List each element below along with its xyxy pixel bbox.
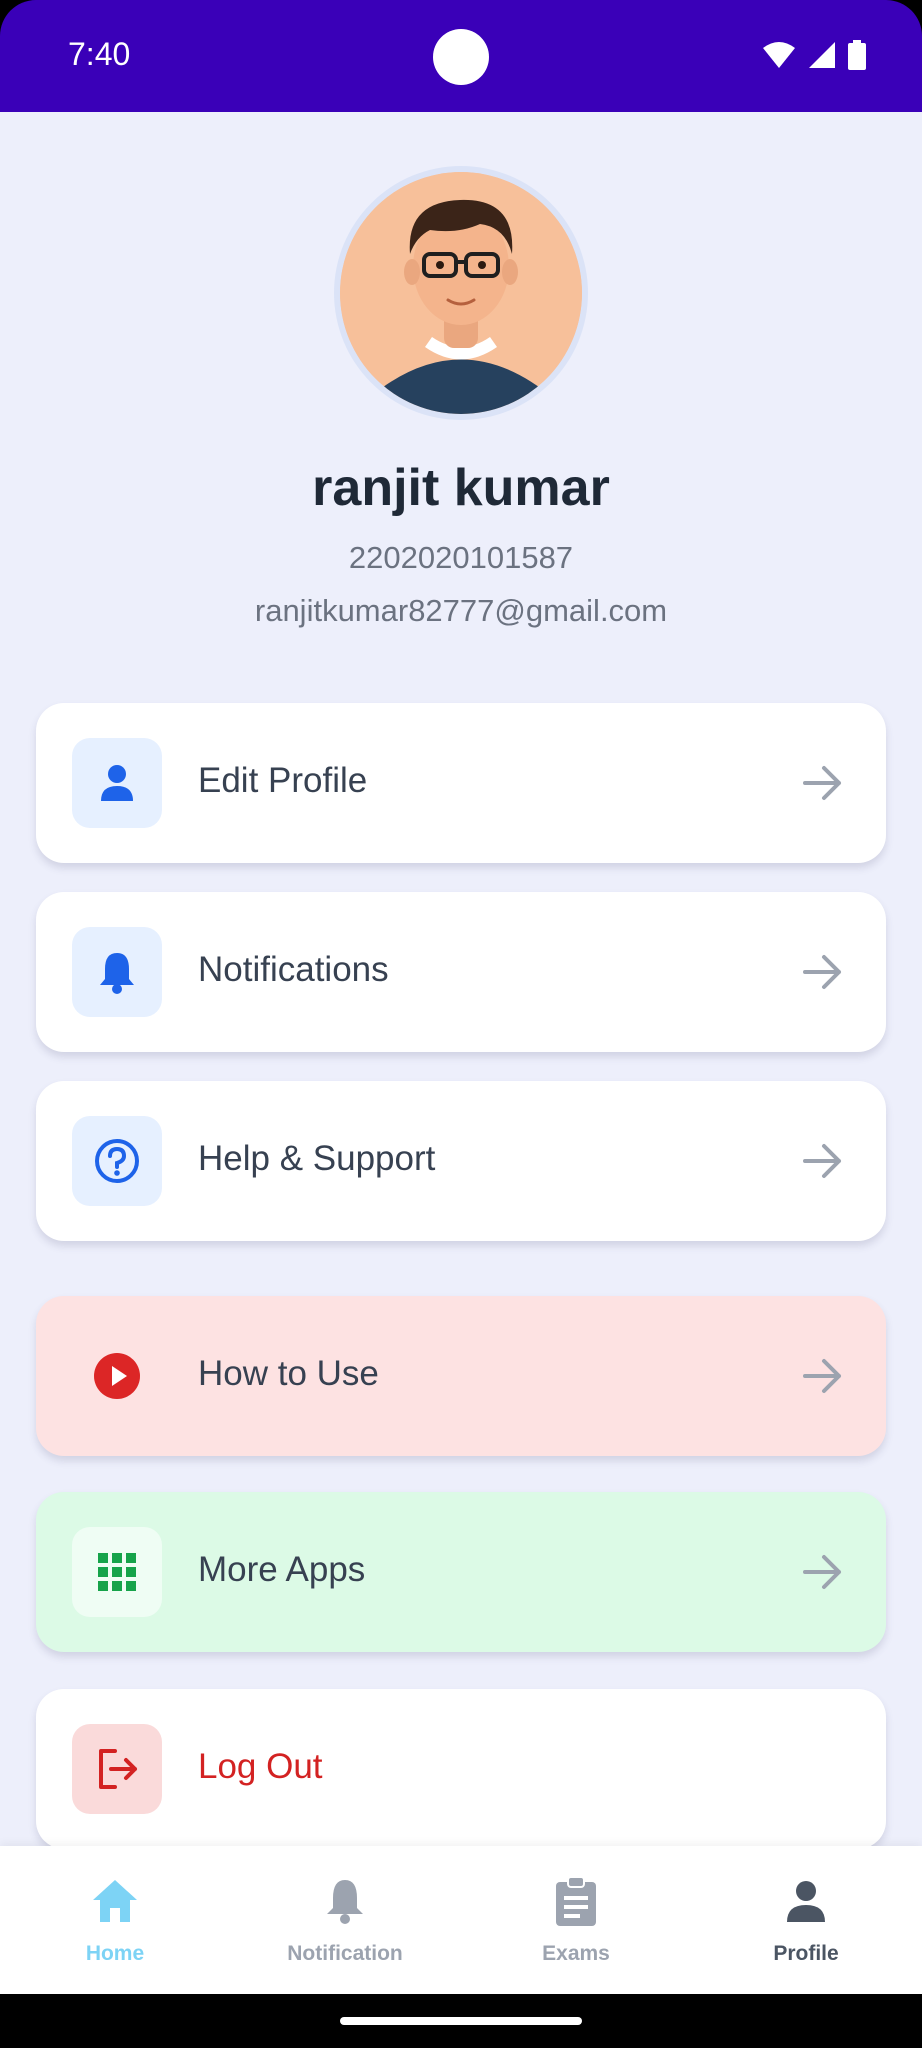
notifications-button[interactable]: Notifications [36,892,886,1052]
user-id: 2202020101587 [348,540,574,575]
nav-profile[interactable]: Profile [706,1876,906,1966]
more-apps-label: More Apps [198,1550,366,1589]
clipboard-icon [556,1876,596,1926]
how-to-use-label: How to Use [198,1354,379,1393]
help-support-label: Help & Support [198,1139,436,1178]
arrow-right-icon [803,766,841,800]
nav-home[interactable]: Home [15,1876,215,1966]
nav-notification[interactable]: Notification [245,1876,445,1966]
log-out-label: Log Out [198,1747,323,1786]
logout-icon [72,1724,162,1814]
help-circle-icon [72,1116,162,1206]
arrow-right-icon [803,1555,841,1589]
avatar [334,166,588,420]
arrow-right-icon [803,1144,841,1178]
nav-profile-label: Profile [773,1942,839,1965]
home-indicator[interactable] [340,2017,582,2025]
battery-icon [848,40,866,70]
arrow-right-icon [803,1359,841,1393]
profile-screen: ranjit kumar 2202020101587 ranjitkumar82… [0,112,922,1846]
wifi-icon [763,42,795,68]
person-icon [787,1881,825,1922]
nav-notification-label: Notification [287,1942,403,1965]
status-icons [762,40,866,70]
home-icon [93,1880,137,1922]
help-support-button[interactable]: Help & Support [36,1081,886,1241]
status-bar: 7:40 [0,0,922,112]
signal-icon [809,42,835,68]
avatar-illustration [340,172,582,414]
nav-exams-label: Exams [542,1942,610,1965]
bell-icon [72,927,162,1017]
edit-profile-button[interactable]: Edit Profile [36,703,886,863]
play-icon [72,1331,162,1421]
notifications-label: Notifications [198,950,389,989]
edit-profile-label: Edit Profile [198,761,368,800]
user-name: ranjit kumar [312,459,610,517]
nav-home-label: Home [85,1942,145,1965]
bottom-nav: Home Notification Exams Profile [0,1846,922,1994]
nav-exams[interactable]: Exams [476,1876,676,1966]
how-to-use-button[interactable]: How to Use [36,1296,886,1456]
log-out-button[interactable]: Log Out [36,1689,886,1846]
more-apps-button[interactable]: More Apps [36,1492,886,1652]
arrow-right-icon [803,955,841,989]
person-icon [72,738,162,828]
bell-icon [327,1880,363,1924]
status-time: 7:40 [68,36,131,72]
user-email: ranjitkumar82777@gmail.com [254,593,668,628]
apps-grid-icon [72,1527,162,1617]
camera-cutout [433,29,489,85]
